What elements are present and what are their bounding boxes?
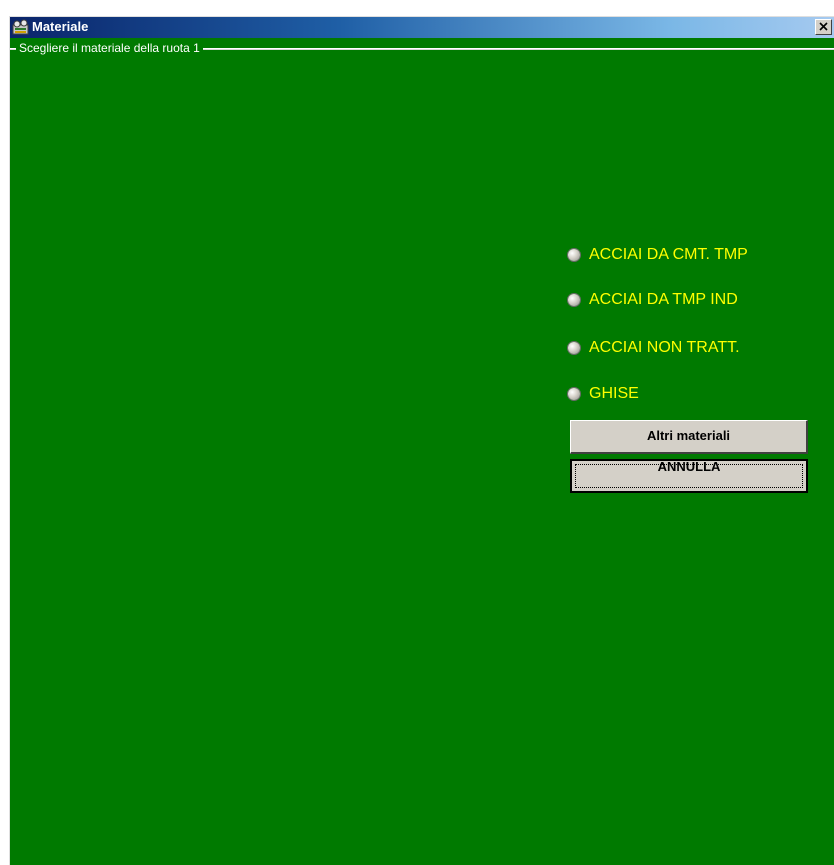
title-bar[interactable]: Materiale <box>10 17 834 38</box>
option-label: ACCIAI DA TMP IND <box>589 291 738 308</box>
option-ghise[interactable]: GHISE <box>568 383 639 405</box>
annulla-button[interactable]: ANNULLA <box>570 459 808 493</box>
option-label: ACCIAI NON TRATT. <box>589 339 740 356</box>
close-icon <box>819 18 828 36</box>
annulla-label: ANNULLA <box>657 459 721 474</box>
radio-icon[interactable] <box>568 388 580 400</box>
close-button[interactable] <box>815 19 832 35</box>
radio-icon[interactable] <box>568 294 580 306</box>
option-label: GHISE <box>589 385 639 402</box>
option-acciai-non-tratt[interactable]: ACCIAI NON TRATT. <box>568 337 740 359</box>
option-acciai-tmp-ind[interactable]: ACCIAI DA TMP IND <box>568 289 738 311</box>
frame-caption: Scegliere il materiale della ruota 1 <box>16 41 203 56</box>
window-title: Materiale <box>32 19 89 34</box>
material-dialog: Materiale Scegliere il materiale della r… <box>9 16 834 865</box>
altri-materiali-button[interactable]: Altri materiali <box>570 420 808 454</box>
radio-icon[interactable] <box>568 249 580 261</box>
option-acciai-cmt-tmp[interactable]: ACCIAI DA CMT. TMP <box>568 244 748 266</box>
radio-icon[interactable] <box>568 342 580 354</box>
app-icon <box>12 19 29 35</box>
option-label: ACCIAI DA CMT. TMP <box>589 246 748 263</box>
